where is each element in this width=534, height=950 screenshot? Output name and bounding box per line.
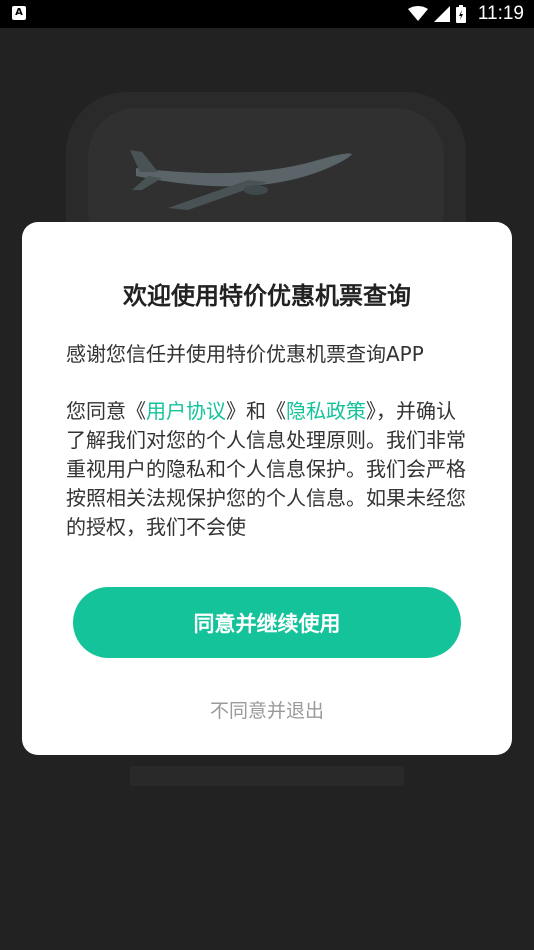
cellular-signal-icon (433, 6, 450, 22)
disagree-exit-link[interactable]: 不同意并退出 (22, 696, 512, 723)
user-agreement-link[interactable]: 用户协议 (146, 399, 226, 423)
agreement-prefix: 您同意《 (66, 399, 146, 423)
status-bar: A 11:19 (0, 0, 534, 28)
agreement-middle: 》和《 (226, 399, 286, 423)
privacy-policy-link[interactable]: 隐私政策 (286, 399, 366, 423)
status-icons: 11:19 (407, 0, 524, 28)
agree-continue-button[interactable]: 同意并继续使用 (73, 587, 461, 658)
dialog-title: 欢迎使用特价优惠机票查询 (123, 282, 411, 310)
status-time: 11:19 (477, 3, 524, 24)
dialog-agreement-text: 您同意《用户协议》和《隐私政策》，并确认了解我们对您的个人信息处理原则。我们非常… (66, 397, 472, 542)
wifi-icon (407, 6, 428, 21)
app-notification-icon: A (12, 6, 26, 20)
dialog-body: 感谢您信任并使用特价优惠机票查询APP 您同意《用户协议》和《隐私政策》，并确认… (66, 340, 472, 544)
privacy-consent-dialog: 欢迎使用特价优惠机票查询 感谢您信任并使用特价优惠机票查询APP 您同意《用户协… (22, 222, 512, 755)
dialog-intro: 感谢您信任并使用特价优惠机票查询APP (66, 342, 424, 366)
battery-icon (455, 5, 466, 23)
